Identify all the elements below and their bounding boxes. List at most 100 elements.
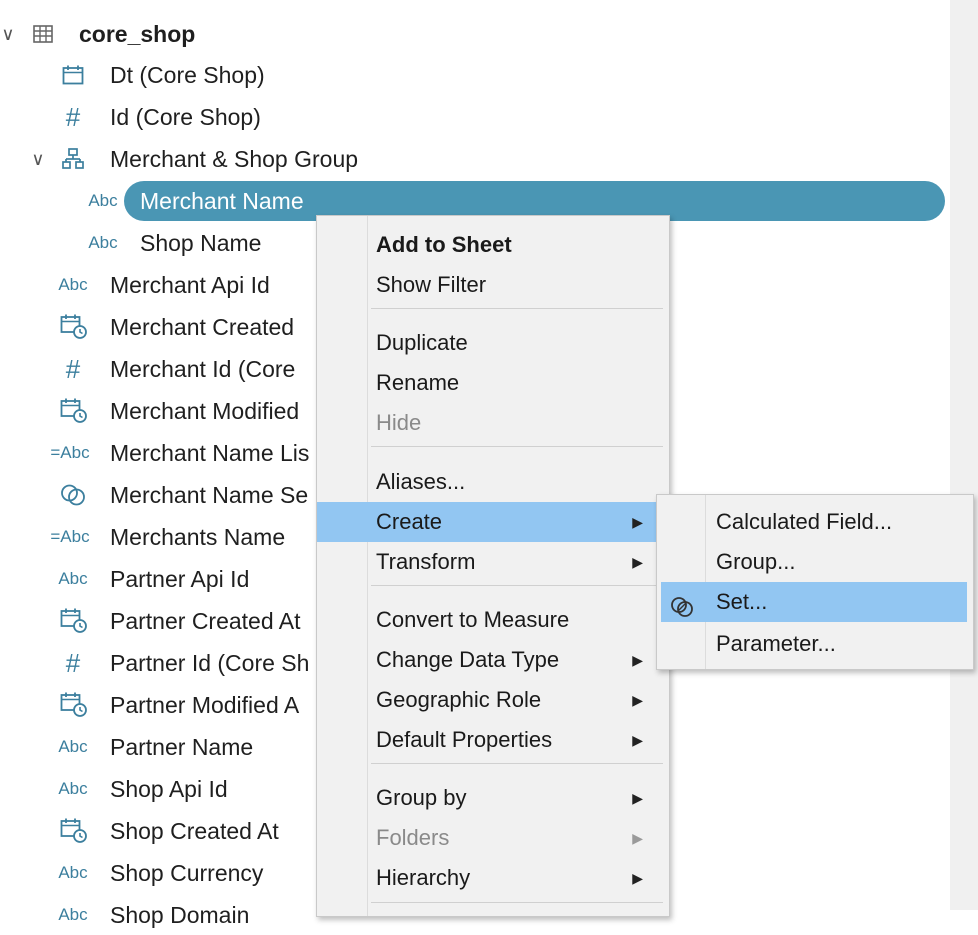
number-icon: # [65, 102, 81, 132]
submenu-arrow-icon: ▶ [632, 790, 643, 806]
vertical-scrollbar[interactable] [950, 0, 978, 910]
number-icon: # [65, 354, 81, 384]
set-icon [670, 591, 694, 617]
menu-item-convert-to-measure[interactable]: Convert to Measure [317, 600, 669, 640]
submenu-arrow-icon: ▶ [632, 830, 643, 846]
field-label: Merchant & Shop Group [110, 146, 359, 172]
submenu-item-calculated-field[interactable]: Calculated Field... [657, 502, 973, 542]
context-menu: Add to Sheet Show Filter Duplicate Renam… [316, 215, 670, 917]
field-row[interactable]: Abc Shop Api Id [0, 769, 320, 809]
field-label: Shop Created At [110, 818, 279, 844]
calculated-string-icon: =Abc [50, 527, 90, 546]
string-icon: Abc [58, 905, 88, 924]
field-row[interactable]: # Merchant Id (Core [0, 349, 320, 389]
menu-item-create[interactable]: Create ▶ [317, 502, 669, 542]
submenu-item-set[interactable]: Set... [661, 582, 967, 622]
field-label: Dt (Core Shop) [110, 62, 265, 88]
menu-separator [371, 308, 663, 309]
field-label: Shop Name [140, 230, 262, 256]
string-icon: Abc [58, 569, 88, 588]
menu-item-geographic-role[interactable]: Geographic Role ▶ [317, 680, 669, 720]
menu-item-default-properties[interactable]: Default Properties ▶ [317, 720, 669, 760]
menu-item-show-filter[interactable]: Show Filter [317, 265, 669, 305]
menu-separator [371, 763, 663, 764]
field-label: Merchant Name [140, 188, 304, 214]
field-label: Merchant Name Se [110, 482, 309, 508]
menu-separator [371, 446, 663, 447]
menu-item-add-to-sheet[interactable]: Add to Sheet [317, 225, 669, 265]
submenu-arrow-icon: ▶ [632, 554, 643, 570]
number-icon: # [65, 648, 81, 678]
calendar-icon [58, 55, 88, 95]
menu-item-duplicate[interactable]: Duplicate [317, 323, 669, 363]
field-row[interactable]: # Id (Core Shop) [0, 97, 320, 137]
field-row[interactable]: Partner Modified A [0, 685, 320, 725]
menu-separator [371, 902, 663, 903]
field-row[interactable]: Abc Merchant Api Id [0, 265, 320, 305]
datetime-icon [58, 391, 90, 431]
field-label: Partner Id (Core Sh [110, 650, 310, 676]
menu-item-change-data-type[interactable]: Change Data Type ▶ [317, 640, 669, 680]
field-row[interactable]: Merchant Created [0, 307, 320, 347]
field-row[interactable]: Abc Partner Api Id [0, 559, 320, 599]
menu-item-rename[interactable]: Rename [317, 363, 669, 403]
submenu-arrow-icon: ▶ [632, 514, 643, 530]
datetime-icon [58, 601, 90, 641]
set-icon [58, 475, 88, 515]
chevron-down-icon[interactable]: ∨ [0, 14, 18, 54]
string-icon: Abc [58, 863, 88, 882]
calculated-string-icon: =Abc [50, 443, 90, 462]
submenu-arrow-icon: ▶ [632, 870, 643, 886]
field-label: Partner Modified A [110, 692, 300, 718]
table-name: core_shop [79, 21, 196, 47]
datetime-icon [58, 811, 90, 851]
menu-item-hierarchy[interactable]: Hierarchy ▶ [317, 858, 669, 898]
submenu-arrow-icon: ▶ [632, 732, 643, 748]
field-label: Merchants Name [110, 524, 286, 550]
field-label: Merchant Modified [110, 398, 300, 424]
field-row[interactable]: =Abc Merchants Name [0, 517, 320, 557]
field-label: Merchant Id (Core [110, 356, 296, 382]
submenu-arrow-icon: ▶ [632, 652, 643, 668]
field-label: Partner Name [110, 734, 254, 760]
string-icon: Abc [58, 779, 88, 798]
chevron-down-icon[interactable]: ∨ [28, 139, 48, 179]
field-label: Merchant Api Id [110, 272, 270, 298]
field-row[interactable]: =Abc Merchant Name Lis [0, 433, 320, 473]
menu-item-hide[interactable]: Hide [317, 403, 669, 443]
field-label: Shop Domain [110, 902, 250, 928]
field-row[interactable]: Dt (Core Shop) [0, 55, 320, 95]
string-icon: Abc [58, 275, 88, 294]
submenu-item-group[interactable]: Group... [657, 542, 973, 582]
field-row[interactable]: Shop Created At [0, 811, 320, 851]
menu-item-folders[interactable]: Folders ▶ [317, 818, 669, 858]
field-row[interactable]: Merchant Modified [0, 391, 320, 431]
field-row[interactable]: Abc Partner Name [0, 727, 320, 767]
hierarchy-icon [58, 139, 88, 179]
field-row[interactable]: Partner Created At [0, 601, 320, 641]
datetime-icon [58, 685, 90, 725]
field-row[interactable]: Abc Shop Currency [0, 853, 320, 893]
submenu-item-parameter[interactable]: Parameter... [657, 624, 973, 664]
field-label: Shop Currency [110, 860, 264, 886]
tree-root-core-shop[interactable]: ∨ core_shop [0, 14, 320, 54]
field-row[interactable]: # Partner Id (Core Sh [0, 643, 320, 683]
menu-separator [371, 585, 663, 586]
field-label: Merchant Created [110, 314, 295, 340]
menu-item-aliases[interactable]: Aliases... [317, 462, 669, 502]
field-label: Shop Api Id [110, 776, 228, 802]
hierarchy-row[interactable]: ∨ Merchant & Shop Group [0, 139, 400, 179]
field-row[interactable]: Abc Shop Domain [0, 895, 320, 935]
field-row[interactable]: Abc Shop Name [0, 223, 320, 263]
field-label: Merchant Name Lis [110, 440, 310, 466]
submenu-arrow-icon: ▶ [632, 692, 643, 708]
datetime-icon [58, 307, 90, 347]
field-label: Partner Api Id [110, 566, 250, 592]
field-label: Id (Core Shop) [110, 104, 261, 130]
field-row[interactable]: Merchant Name Se [0, 475, 320, 515]
menu-item-group-by[interactable]: Group by ▶ [317, 778, 669, 818]
string-icon: Abc [88, 191, 118, 210]
menu-item-transform[interactable]: Transform ▶ [317, 542, 669, 582]
string-icon: Abc [88, 233, 118, 252]
field-label: Partner Created At [110, 608, 301, 634]
